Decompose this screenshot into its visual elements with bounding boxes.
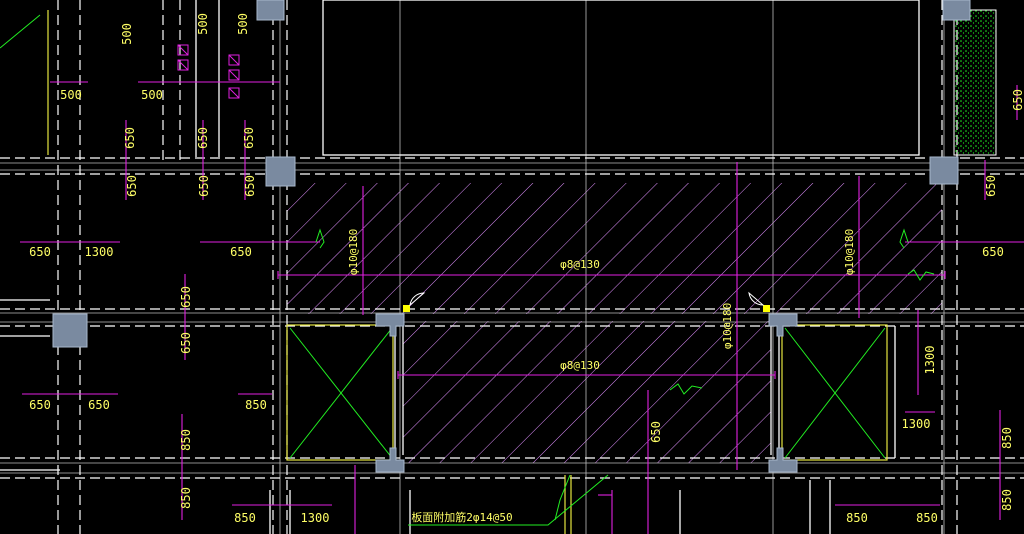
column [52,313,88,348]
cad-drawing-canvas[interactable]: 500 500 500 500 500 650 650 650 650 650 … [0,0,1024,534]
dim-label: 500 [196,13,210,35]
dim-label: 850 [179,487,193,509]
dim-label: 650 [179,332,193,354]
rebar-label-top-left: φ10@180 [347,229,360,275]
dim-label: 650 [242,127,256,149]
dim-label: 850 [245,398,267,412]
hatch-slab-lower [403,321,771,463]
bottom-note: 板面附加筋2φ14@50 [411,510,512,524]
dim-label: 500 [141,88,163,102]
dim-label: 1300 [85,245,114,259]
dim-label: 500 [236,13,250,35]
dim-label: 650 [243,175,257,197]
dim-label: 650 [29,398,51,412]
dim-label: 650 [88,398,110,412]
dim-label: 500 [120,23,134,45]
small-box-symbols [177,44,240,99]
column [265,156,296,187]
column [256,0,285,21]
dim-label: 850 [179,429,193,451]
dim-label: 850 [1000,427,1014,449]
dotted-fill-panel [953,9,997,156]
rebar-label-mid-v: φ10@180 [721,303,734,349]
dim-label: 650 [984,175,998,197]
rebar-label-top-right: φ10@180 [843,229,856,275]
dim-label: 850 [1000,489,1014,511]
dim-label: 650 [125,175,139,197]
dim-label: 850 [846,511,868,525]
dim-label: 650 [196,127,210,149]
dim-label: 650 [982,245,1004,259]
dim-label: 650 [123,127,137,149]
dim-label: 650 [197,175,211,197]
column [942,0,971,21]
rebar-label-top-mid: φ8@130 [560,258,600,271]
dim-label: 650 [649,421,663,443]
dim-label: 650 [179,286,193,308]
column [929,156,959,185]
dim-label: 500 [60,88,82,102]
dim-label: 1300 [902,417,931,431]
dim-label: 850 [234,511,256,525]
dim-label: 850 [916,511,938,525]
dim-label: 650 [230,245,252,259]
rebar-label-mid-h: φ8@130 [560,359,600,372]
dim-label: 1300 [923,346,937,375]
dim-label: 650 [29,245,51,259]
dim-label: 650 [1011,89,1024,111]
dim-label: 1300 [301,511,330,525]
